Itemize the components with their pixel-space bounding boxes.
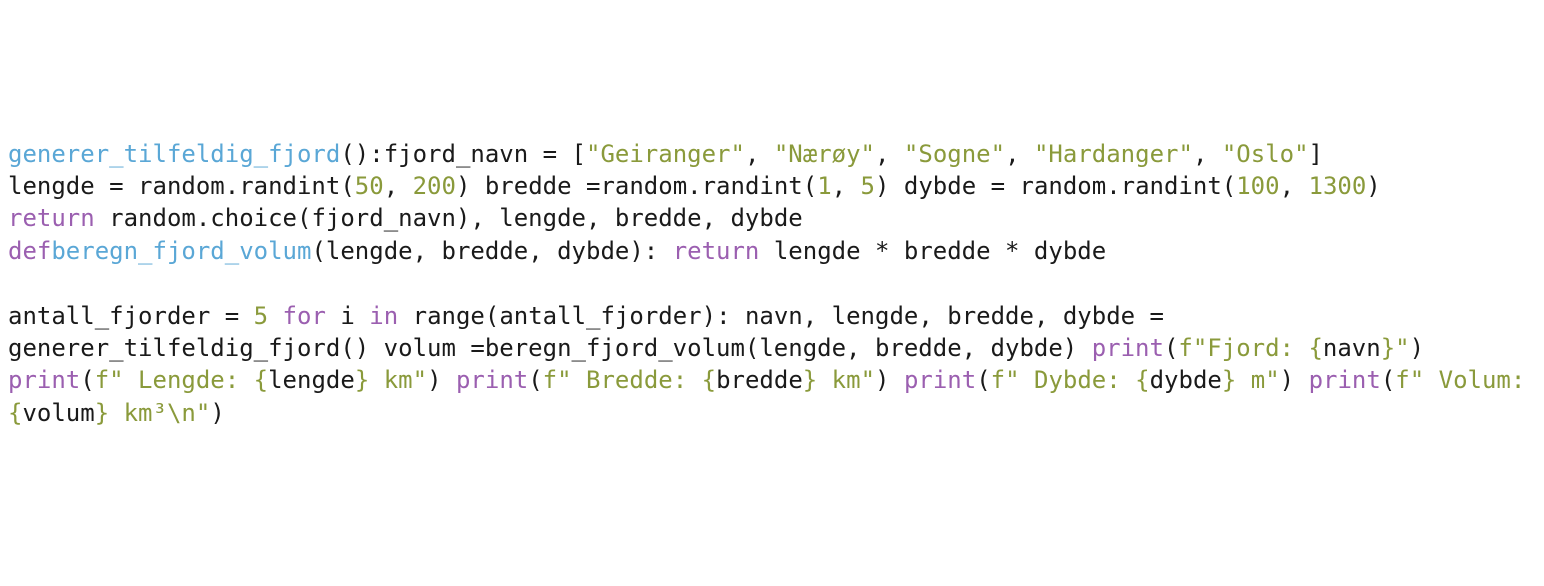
string-literal: "Oslo" bbox=[1222, 140, 1309, 168]
fstring-brace: } bbox=[803, 366, 817, 394]
fstring-brace: { bbox=[1308, 334, 1322, 362]
number-literal: 200 bbox=[413, 172, 456, 200]
number-literal: 5 bbox=[861, 172, 875, 200]
fstring: f" Dybde: bbox=[991, 366, 1136, 394]
code-text: ( bbox=[1164, 334, 1178, 362]
fstring-brace: } bbox=[1381, 334, 1395, 362]
fstring-brace: } bbox=[1222, 366, 1236, 394]
code-text: , bbox=[745, 140, 774, 168]
code-text: , bbox=[1005, 140, 1034, 168]
builtin-print: print bbox=[8, 366, 80, 394]
fstring: km" bbox=[369, 366, 427, 394]
builtin-print: print bbox=[1092, 334, 1164, 362]
fstring: " bbox=[1395, 334, 1409, 362]
code-text: antall_fjorder = bbox=[8, 302, 254, 330]
fstring-expr: dybde bbox=[1150, 366, 1222, 394]
fstring: f" Volum: bbox=[1395, 366, 1540, 394]
code-text: ) bbox=[1366, 172, 1380, 200]
code-text: lengde * bredde * dybde bbox=[759, 237, 1106, 265]
fstring-expr: lengde bbox=[268, 366, 355, 394]
string-literal: "Geiranger" bbox=[586, 140, 745, 168]
code-text: , bbox=[875, 140, 904, 168]
function-name: beregn_fjord_volum bbox=[51, 237, 311, 265]
code-text: ( bbox=[976, 366, 990, 394]
code-text: ) bbox=[875, 366, 904, 394]
code-text: ( bbox=[80, 366, 94, 394]
code-block: generer_tilfeldig_fjord():fjord_navn = [… bbox=[8, 140, 1540, 427]
fstring: m" bbox=[1236, 366, 1279, 394]
string-literal: "Hardanger" bbox=[1034, 140, 1193, 168]
keyword-for: for bbox=[283, 302, 326, 330]
string-literal: "Sogne" bbox=[904, 140, 1005, 168]
keyword-in: in bbox=[369, 302, 398, 330]
builtin-range: range bbox=[413, 302, 485, 330]
string-literal: "Nærøy" bbox=[774, 140, 875, 168]
code-text: ) bbox=[1280, 366, 1309, 394]
number-literal: 5 bbox=[254, 302, 268, 330]
builtin-print: print bbox=[456, 366, 528, 394]
number-literal: 100 bbox=[1236, 172, 1279, 200]
keyword-return: return bbox=[8, 204, 95, 232]
number-literal: 1 bbox=[817, 172, 831, 200]
fstring-brace: } bbox=[95, 399, 109, 427]
fstring: km³\n" bbox=[109, 399, 210, 427]
code-text: ) dybde = random.randint( bbox=[875, 172, 1236, 200]
number-literal: 50 bbox=[355, 172, 384, 200]
code-text: ) bbox=[1410, 334, 1439, 362]
fstring-brace: { bbox=[702, 366, 716, 394]
code-text: fjord_navn = [ bbox=[384, 140, 586, 168]
fstring-expr: navn bbox=[1323, 334, 1381, 362]
code-text: random.choice(fjord_navn), lengde, bredd… bbox=[95, 204, 803, 232]
builtin-print: print bbox=[1309, 366, 1381, 394]
code-text: , bbox=[384, 172, 413, 200]
fstring-brace: { bbox=[1135, 366, 1149, 394]
code-text: ) bbox=[210, 399, 224, 427]
number-literal: 1300 bbox=[1309, 172, 1367, 200]
code-text: , bbox=[1280, 172, 1309, 200]
function-name: generer_tilfeldig_fjord bbox=[8, 140, 340, 168]
fstring: f"Fjord: bbox=[1178, 334, 1308, 362]
code-text bbox=[268, 302, 282, 330]
code-text: ) bbox=[427, 366, 456, 394]
keyword-return: return bbox=[673, 237, 760, 265]
fstring-brace: } bbox=[355, 366, 369, 394]
code-text: (): bbox=[340, 140, 383, 168]
fstring: f" Bredde: bbox=[543, 366, 702, 394]
fstring-brace: { bbox=[254, 366, 268, 394]
code-text: ( bbox=[528, 366, 542, 394]
fstring-expr: bredde bbox=[716, 366, 803, 394]
builtin-print: print bbox=[904, 366, 976, 394]
code-text: , bbox=[832, 172, 861, 200]
code-text: ] bbox=[1309, 140, 1323, 168]
code-text: ) bredde =random.randint( bbox=[456, 172, 817, 200]
code-text: (lengde, bredde, dybde): bbox=[311, 237, 672, 265]
code-text: i bbox=[326, 302, 369, 330]
fstring: f" Lengde: bbox=[95, 366, 254, 394]
code-text bbox=[398, 302, 412, 330]
fstring: km" bbox=[817, 366, 875, 394]
fstring-brace: { bbox=[8, 399, 22, 427]
fstring-expr: volum bbox=[22, 399, 94, 427]
code-text: lengde = random.randint( bbox=[8, 172, 355, 200]
code-text: ( bbox=[1381, 366, 1395, 394]
code-text: , bbox=[1193, 140, 1222, 168]
keyword-def: def bbox=[8, 237, 51, 265]
